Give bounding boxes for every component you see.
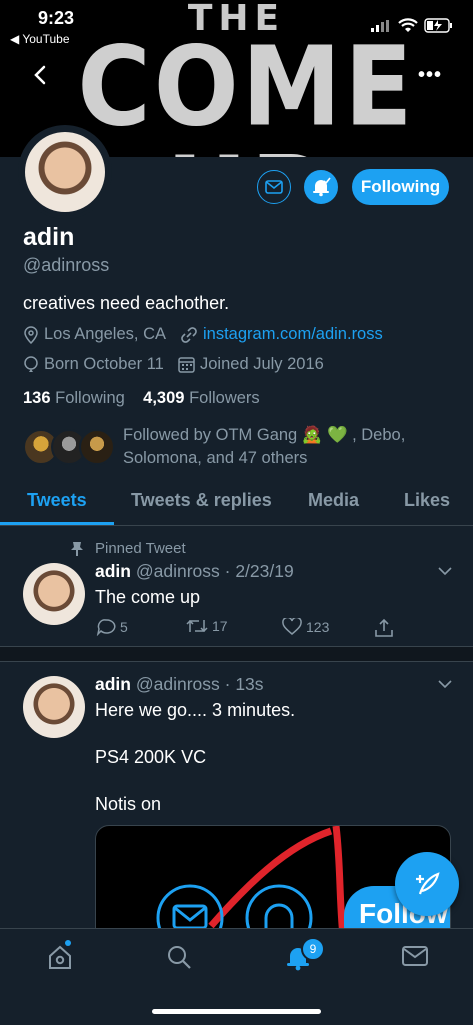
status-time: 9:23: [38, 8, 75, 28]
bell-check-icon: [313, 177, 331, 197]
followed-by-text[interactable]: Followed by OTM Gang 🧟 💚 , Debo, Solomon…: [123, 424, 423, 470]
display-name: adin: [23, 223, 75, 251]
balloon-icon: [24, 355, 38, 372]
search-icon[interactable]: [165, 944, 193, 970]
link-icon: [181, 326, 197, 343]
envelope-icon[interactable]: [401, 944, 429, 968]
tweet-author-name[interactable]: adin: [95, 561, 131, 581]
tweet-author-name[interactable]: adin: [95, 674, 131, 694]
pin-icon: [71, 542, 83, 556]
pinned-tweet-label: Pinned Tweet: [95, 540, 186, 557]
battery-charging-icon: [424, 18, 452, 33]
tweet-header: adin @adinross · 13s: [95, 674, 264, 695]
profile-avatar[interactable]: [18, 125, 112, 219]
followers-count-link[interactable]: 4,309 Followers: [143, 389, 260, 407]
tweet-meta: @adinross · 13s: [135, 674, 264, 694]
retweet-button[interactable]: 17: [186, 618, 228, 634]
tweet-text-line: PS4 200K VC: [95, 747, 207, 767]
profile-location: Los Angeles, CA: [23, 325, 166, 344]
tab-tweets-and-replies[interactable]: Tweets & replies: [131, 490, 272, 511]
tweet-text: The come up: [95, 587, 201, 607]
home-new-dot: [65, 940, 71, 946]
heart-icon: [282, 618, 302, 635]
profile-link[interactable]: instagram.com/adin.ross: [180, 325, 383, 344]
like-button[interactable]: 123: [282, 618, 329, 636]
share-button[interactable]: [374, 618, 398, 638]
wifi-icon: [398, 18, 418, 32]
profile-birthday: Born October 11: [23, 355, 164, 374]
tweet-text-line: Notis on: [95, 794, 162, 814]
compose-feather-icon: [416, 872, 440, 895]
tabs-divider: [0, 525, 473, 526]
retweet-count: 17: [212, 618, 228, 634]
following-count-link[interactable]: 136 Following: [23, 389, 125, 407]
back-to-app-link[interactable]: ◀ YouTube: [10, 32, 70, 46]
share-icon: [375, 618, 393, 637]
location-pin-icon: [24, 325, 38, 344]
home-icon[interactable]: [46, 944, 74, 970]
follow-counts: 136 Following 4,309 Followers: [23, 389, 260, 408]
reply-button[interactable]: 5: [96, 618, 128, 636]
birthday-text: Born October 11: [44, 355, 164, 373]
tab-likes[interactable]: Likes: [404, 490, 450, 511]
retweet-icon: [186, 619, 208, 633]
like-count: 123: [306, 619, 330, 635]
tweet-meta: @adinross · 2/23/19: [135, 561, 294, 581]
tweet-divider: [0, 646, 473, 662]
message-button[interactable]: [257, 170, 291, 204]
more-icon[interactable]: •••: [418, 64, 442, 87]
back-icon[interactable]: [28, 60, 54, 90]
notifications-on-button[interactable]: [304, 170, 338, 204]
calendar-icon: [178, 357, 195, 373]
envelope-icon: [265, 180, 283, 194]
notification-badge: 9: [301, 937, 325, 961]
signal-icon: [371, 20, 389, 32]
tab-tweets[interactable]: Tweets: [27, 490, 87, 511]
tweet-header: adin @adinross · 2/23/19: [95, 561, 294, 582]
reply-icon: [96, 619, 116, 636]
tab-media[interactable]: Media: [308, 490, 359, 511]
followers-label: Followers: [189, 389, 260, 407]
tweet-avatar[interactable]: [23, 563, 85, 625]
link-text[interactable]: instagram.com/adin.ross: [203, 325, 383, 344]
reply-count: 5: [120, 619, 128, 635]
profile-joined: Joined July 2016: [178, 355, 324, 374]
follower-avatar: [79, 429, 115, 465]
profile-bio: creatives need eachother.: [23, 293, 230, 313]
following-button[interactable]: Following: [352, 169, 449, 205]
home-indicator[interactable]: [152, 1009, 321, 1014]
profile-handle: @adinross: [23, 255, 110, 275]
tweet-avatar[interactable]: [23, 676, 85, 738]
location-text: Los Angeles, CA: [44, 325, 166, 343]
tweet-text-line: Here we go.... 3 minutes.: [95, 700, 296, 720]
followed-by-avatars[interactable]: [23, 429, 118, 465]
followers-count: 4,309: [143, 389, 185, 407]
chevron-down-icon[interactable]: [438, 566, 452, 576]
chevron-down-icon[interactable]: [438, 679, 452, 689]
following-count: 136: [23, 389, 51, 407]
following-label: Following: [55, 389, 125, 407]
joined-text: Joined July 2016: [200, 355, 324, 373]
compose-tweet-button[interactable]: [395, 852, 459, 916]
